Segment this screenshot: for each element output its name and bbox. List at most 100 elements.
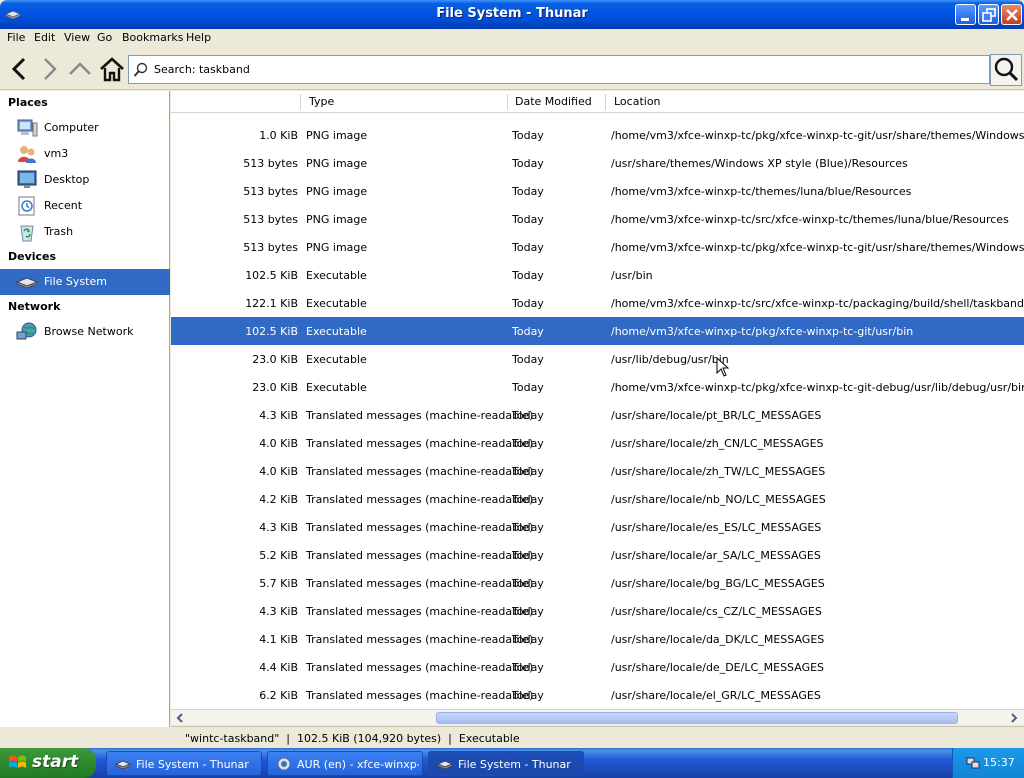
menu-edit[interactable]: Edit bbox=[32, 31, 57, 44]
scroll-right-icon[interactable] bbox=[1007, 711, 1021, 725]
back-button[interactable] bbox=[6, 55, 34, 83]
file-location: /usr/share/locale/zh_CN/LC_MESSAGES bbox=[611, 437, 824, 450]
file-location: /usr/share/locale/de_DE/LC_MESSAGES bbox=[611, 661, 825, 674]
desktop-icon bbox=[17, 170, 37, 188]
file-row[interactable]: 23.0 KiB Executable Today/usr/lib/debug/us… bbox=[171, 345, 1024, 373]
file-row[interactable]: 122.1 KiB Executable Today/home/vm3/xfce-w… bbox=[171, 289, 1024, 317]
task-file-system-1[interactable]: File System - Thunar bbox=[106, 751, 262, 776]
menu-view[interactable]: View bbox=[62, 31, 92, 44]
horizontal-scrollbar[interactable] bbox=[171, 709, 1024, 725]
file-date: Today bbox=[512, 577, 544, 590]
column-date-modified[interactable]: Date Modified bbox=[515, 95, 592, 108]
computer-icon bbox=[17, 119, 38, 137]
file-row[interactable]: 4.3 KiB Translated messages (machine-read… bbox=[171, 401, 1024, 429]
file-type: Executable bbox=[306, 325, 367, 338]
home-button[interactable] bbox=[98, 55, 126, 83]
recent-icon bbox=[18, 196, 35, 216]
menu-bookmarks[interactable]: Bookmarks bbox=[120, 31, 185, 44]
file-type: Executable bbox=[306, 297, 367, 310]
sidebar-item-trash[interactable]: Trash bbox=[0, 219, 170, 245]
search-field[interactable]: Search: taskband bbox=[128, 55, 990, 84]
sidebar-item-vm3[interactable]: vm3 bbox=[0, 141, 170, 167]
file-location: /usr/share/themes/Windows XP style (Blue… bbox=[611, 157, 908, 170]
file-row[interactable]: 5.2 KiB Translated messages (machine-read… bbox=[171, 541, 1024, 569]
file-type: PNG image bbox=[306, 129, 368, 142]
file-row[interactable]: 1.0 KiB PNG image Today/home/vm3/xfce-winx… bbox=[171, 121, 1024, 149]
file-type: PNG image bbox=[306, 185, 368, 198]
maximize-button[interactable] bbox=[978, 4, 999, 25]
file-row[interactable]: 513 bytes PNG image Today/usr/share/themes… bbox=[171, 149, 1024, 177]
file-row[interactable]: 4.1 KiB Translated messages (machine-read… bbox=[171, 625, 1024, 653]
file-size: 5.2 KiB bbox=[259, 549, 298, 562]
file-location: /home/vm3/xfce-winxp-tc/pkg/xfce-winxp-t… bbox=[611, 129, 1024, 142]
status-text: "wintc-taskband" | 102.5 KiB (104,920 by… bbox=[185, 732, 520, 745]
file-date: Today bbox=[512, 661, 544, 674]
file-row[interactable]: 4.2 KiB Translated messages (machine-read… bbox=[171, 485, 1024, 513]
sidebar-item-computer[interactable]: Computer bbox=[0, 115, 170, 141]
forward-button[interactable] bbox=[36, 55, 64, 83]
up-button[interactable] bbox=[66, 55, 94, 83]
file-date: Today bbox=[512, 689, 544, 702]
file-location: /usr/bin bbox=[611, 269, 653, 282]
file-row[interactable]: 102.5 KiB Executable Today/home/vm3/xfce-w… bbox=[171, 317, 1024, 345]
file-row[interactable]: 102.5 KiB Executable Today/usr/bin bbox=[171, 261, 1024, 289]
file-size: 4.3 KiB bbox=[259, 605, 298, 618]
file-date: Today bbox=[512, 325, 544, 338]
file-location: /usr/share/locale/bg_BG/LC_MESSAGES bbox=[611, 577, 825, 590]
file-row[interactable]: 23.0 KiB Executable Today/home/vm3/xfce-wi… bbox=[171, 373, 1024, 401]
file-list[interactable]: Type Date Modified Location 1.0 KiB PNG i… bbox=[171, 91, 1024, 709]
file-row[interactable]: 4.4 KiB Translated messages (machine-read… bbox=[171, 653, 1024, 681]
close-icon bbox=[1006, 9, 1018, 21]
file-type: Translated messages (machine-readable) bbox=[306, 549, 534, 562]
file-location: /usr/share/locale/da_DK/LC_MESSAGES bbox=[611, 633, 825, 646]
file-location: /usr/lib/debug/usr/bin bbox=[611, 353, 729, 366]
menu-help[interactable]: Help bbox=[184, 31, 213, 44]
file-row[interactable]: 5.7 KiB Translated messages (machine-read… bbox=[171, 569, 1024, 597]
toolbar: Search: taskband bbox=[0, 49, 1024, 90]
minimize-button[interactable] bbox=[955, 4, 976, 25]
file-row[interactable]: 4.3 KiB Translated messages (machine-read… bbox=[171, 513, 1024, 541]
sidebar-item-recent[interactable]: Recent bbox=[0, 193, 170, 219]
file-date: Today bbox=[512, 521, 544, 534]
file-type: Translated messages (machine-readable) bbox=[306, 661, 534, 674]
scroll-left-icon[interactable] bbox=[173, 711, 187, 725]
drive-icon bbox=[115, 760, 131, 770]
file-date: Today bbox=[512, 381, 544, 394]
sidebar-item-browse-network[interactable]: Browse Network bbox=[0, 319, 170, 345]
file-row[interactable]: 4.0 KiB Translated messages (machine-read… bbox=[171, 457, 1024, 485]
sidebar-item-file-system[interactable]: File System bbox=[0, 269, 170, 295]
file-row[interactable]: 4.0 KiB Translated messages (machine-read… bbox=[171, 429, 1024, 457]
clock[interactable]: 15:37 bbox=[983, 756, 1015, 769]
file-type: PNG image bbox=[306, 213, 368, 226]
task-browser[interactable]: AUR (en) - xfce-winxp-t... bbox=[267, 751, 423, 776]
search-icon bbox=[994, 57, 1019, 82]
search-button[interactable] bbox=[990, 54, 1022, 86]
start-button[interactable]: start bbox=[0, 748, 96, 778]
title-bar[interactable]: File System - Thunar bbox=[0, 0, 1024, 29]
column-location[interactable]: Location bbox=[614, 95, 661, 108]
file-size: 1.0 KiB bbox=[259, 129, 298, 142]
file-row[interactable]: 513 bytes PNG image Today/home/vm3/xfce-wi… bbox=[171, 233, 1024, 261]
file-row[interactable]: 513 bytes PNG image Today/home/vm3/xfce-wi… bbox=[171, 205, 1024, 233]
file-row[interactable]: 4.3 KiB Translated messages (machine-read… bbox=[171, 597, 1024, 625]
close-button[interactable] bbox=[1001, 4, 1022, 25]
file-size: 4.3 KiB bbox=[259, 521, 298, 534]
file-type: Translated messages (machine-readable) bbox=[306, 437, 534, 450]
column-header: Type Date Modified Location bbox=[171, 91, 1024, 113]
menu-go[interactable]: Go bbox=[95, 31, 114, 44]
file-type: Translated messages (machine-readable) bbox=[306, 409, 534, 422]
file-row[interactable]: 6.2 KiB Translated messages (machine-read… bbox=[171, 681, 1024, 709]
menu-file[interactable]: File bbox=[5, 31, 27, 44]
column-type[interactable]: Type bbox=[309, 95, 334, 108]
drive-icon bbox=[16, 277, 38, 289]
task-file-system-2[interactable]: File System - Thunar bbox=[428, 751, 584, 776]
file-type: Translated messages (machine-readable) bbox=[306, 577, 534, 590]
file-size: 4.0 KiB bbox=[259, 437, 298, 450]
network-tray-icon[interactable] bbox=[966, 756, 980, 770]
scrollbar-thumb[interactable] bbox=[436, 712, 958, 724]
sidebar-item-desktop[interactable]: Desktop bbox=[0, 167, 170, 193]
windows-logo-icon bbox=[9, 755, 26, 768]
file-type: PNG image bbox=[306, 241, 368, 254]
file-location: /usr/share/locale/ar_SA/LC_MESSAGES bbox=[611, 549, 821, 562]
file-row[interactable]: 513 bytes PNG image Today/home/vm3/xfce-wi… bbox=[171, 177, 1024, 205]
